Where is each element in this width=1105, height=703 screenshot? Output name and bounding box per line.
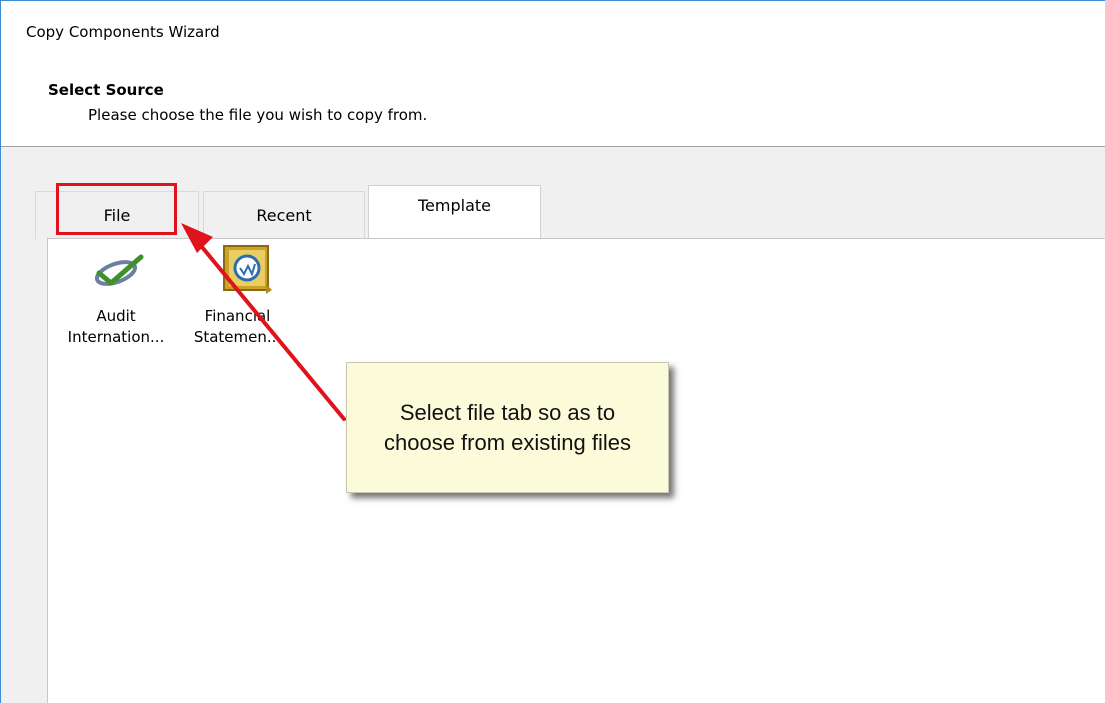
annotation-callout: Select file tab so as to choose from exi…	[346, 362, 669, 493]
tab-recent[interactable]: Recent	[203, 191, 365, 239]
template-financial-name-line2: Statemen...	[193, 328, 282, 346]
tab-template-label: Template	[417, 196, 491, 215]
section-title: Select Source	[48, 81, 164, 99]
template-financial-name-line1: Financial	[204, 307, 271, 325]
template-audit-name-line1: Audit	[96, 307, 136, 325]
financial-statement-icon[interactable]	[222, 244, 273, 296]
audit-checkmark-icon[interactable]	[89, 253, 149, 289]
file-tab-highlight-box	[56, 183, 177, 235]
copy-components-wizard-window: Copy Components Wizard Select Source Ple…	[0, 0, 1105, 703]
template-audit-name-line2: Internation...	[67, 328, 165, 346]
template-item-audit[interactable]: Audit Internation...	[61, 306, 171, 348]
window-title: Copy Components Wizard	[26, 23, 220, 41]
template-item-financial[interactable]: Financial Statemen...	[190, 306, 285, 348]
tab-template[interactable]: Template	[368, 185, 541, 239]
section-description: Please choose the file you wish to copy …	[88, 106, 428, 124]
tab-recent-label: Recent	[256, 206, 312, 225]
